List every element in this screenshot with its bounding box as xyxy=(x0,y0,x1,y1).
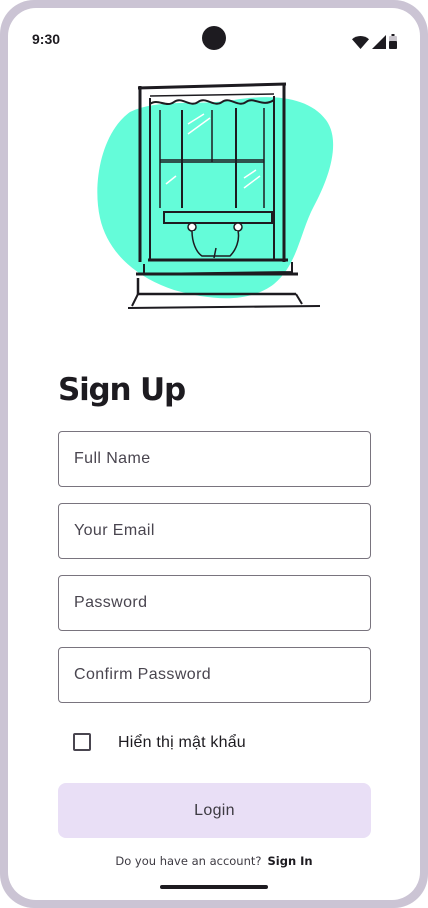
email-field[interactable] xyxy=(58,503,371,559)
cellular-signal-icon xyxy=(372,35,386,49)
device-frame: 9:30 Sign Up Full Name Your Email Hiển t… xyxy=(0,0,428,908)
full-name-field[interactable] xyxy=(58,431,371,487)
battery-icon xyxy=(389,34,397,49)
status-bar: 9:30 xyxy=(8,8,420,56)
window-illustration xyxy=(97,82,334,309)
footer: Do you have an account? Sign In xyxy=(8,854,420,868)
screen: 9:30 Sign Up Full Name Your Email Hiển t… xyxy=(8,8,420,900)
camera-cutout xyxy=(202,26,226,50)
wifi-icon xyxy=(352,36,369,49)
page-title: Sign Up xyxy=(58,372,186,408)
status-icons xyxy=(352,33,397,49)
home-indicator[interactable] xyxy=(160,885,268,889)
password-field[interactable] xyxy=(58,575,371,631)
show-password-checkbox[interactable] xyxy=(73,733,91,751)
status-time: 9:30 xyxy=(32,31,61,47)
login-button[interactable]: Login xyxy=(58,783,371,838)
confirm-password-field[interactable] xyxy=(58,647,371,703)
show-password-label: Hiển thị mật khẩu xyxy=(118,734,246,751)
sign-in-link[interactable]: Sign In xyxy=(268,854,313,868)
account-prompt: Do you have an account? xyxy=(115,854,262,868)
